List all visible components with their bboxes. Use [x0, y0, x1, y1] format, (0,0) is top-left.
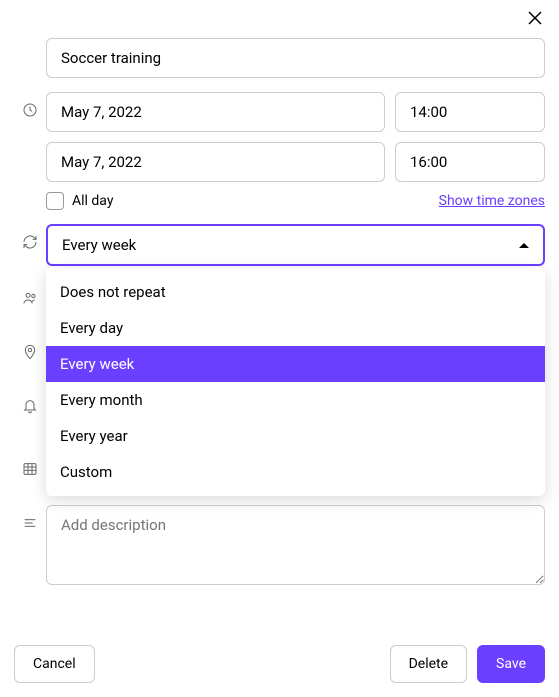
- repeat-option-every-day[interactable]: Every day: [46, 310, 545, 346]
- show-timezones-link[interactable]: Show time zones: [439, 193, 545, 209]
- repeat-option-custom[interactable]: Custom: [46, 454, 545, 490]
- repeat-option-every-week[interactable]: Every week: [46, 346, 545, 382]
- allday-checkbox[interactable]: [46, 192, 64, 210]
- description-icon: [22, 515, 38, 531]
- end-date-input[interactable]: [46, 142, 385, 182]
- description-input[interactable]: [46, 505, 545, 585]
- repeat-option-does-not-repeat[interactable]: Does not repeat: [46, 274, 545, 310]
- start-date-input[interactable]: [46, 92, 385, 132]
- calendar-grid-icon: [22, 461, 38, 477]
- repeat-dropdown: Does not repeat Every day Every week Eve…: [46, 268, 545, 496]
- repeat-option-every-month[interactable]: Every month: [46, 382, 545, 418]
- bell-icon: [22, 398, 38, 414]
- event-title-input[interactable]: [46, 38, 545, 78]
- end-time-input[interactable]: [395, 142, 545, 182]
- repeat-select[interactable]: Every week: [46, 224, 545, 266]
- chevron-up-icon: [519, 243, 529, 248]
- close-button[interactable]: [525, 8, 545, 28]
- allday-label: All day: [72, 193, 113, 209]
- repeat-selected-label: Every week: [62, 236, 136, 254]
- repeat-icon: [22, 234, 38, 250]
- cancel-button[interactable]: Cancel: [14, 645, 95, 683]
- repeat-option-every-year[interactable]: Every year: [46, 418, 545, 454]
- save-button[interactable]: Save: [477, 645, 545, 683]
- delete-button[interactable]: Delete: [390, 645, 467, 683]
- start-time-input[interactable]: [395, 92, 545, 132]
- clock-icon: [22, 102, 38, 118]
- location-icon: [22, 344, 38, 360]
- guests-icon: [22, 290, 38, 306]
